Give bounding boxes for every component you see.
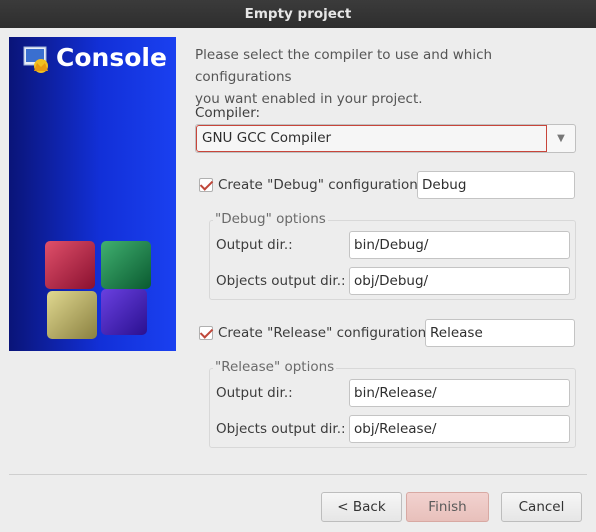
- debug-objects-label: Objects output dir.:: [216, 273, 346, 289]
- debug-name-input[interactable]: Debug: [417, 171, 575, 199]
- chevron-down-icon[interactable]: ▼: [547, 125, 575, 152]
- release-output-label: Output dir.:: [216, 385, 293, 401]
- back-button[interactable]: < Back: [321, 492, 402, 522]
- release-objects-label: Objects output dir.:: [216, 421, 346, 437]
- codeblocks-logo-icon: [23, 46, 48, 73]
- release-checkbox-label: Create "Release" configuration:: [218, 325, 431, 341]
- intro-text: Please select the compiler to use and wh…: [195, 44, 585, 110]
- colored-cubes-icon: [45, 241, 151, 339]
- release-objects-input[interactable]: obj/Release/: [349, 415, 570, 443]
- release-output-input[interactable]: bin/Release/: [349, 379, 570, 407]
- release-options-title: "Release" options: [213, 359, 337, 375]
- wizard-banner: Console: [9, 37, 176, 351]
- release-name-input[interactable]: Release: [425, 319, 575, 347]
- finish-button[interactable]: Finish: [406, 492, 489, 522]
- intro-line-1: Please select the compiler to use and wh…: [195, 47, 493, 85]
- debug-checkbox[interactable]: [199, 178, 213, 192]
- window-title: Empty project: [244, 6, 352, 22]
- button-separator: [9, 474, 587, 475]
- compiler-value[interactable]: GNU GCC Compiler: [196, 125, 547, 152]
- debug-output-label: Output dir.:: [216, 237, 293, 253]
- release-checkbox[interactable]: [199, 326, 213, 340]
- compiler-label: Compiler:: [195, 105, 261, 121]
- compiler-select[interactable]: GNU GCC Compiler ▼: [195, 124, 576, 153]
- debug-output-input[interactable]: bin/Debug/: [349, 231, 570, 259]
- debug-objects-input[interactable]: obj/Debug/: [349, 267, 570, 295]
- debug-checkbox-label: Create "Debug" configuration:: [218, 177, 423, 193]
- window-titlebar: Empty project: [0, 0, 596, 28]
- cancel-button[interactable]: Cancel: [501, 492, 582, 522]
- debug-options-title: "Debug" options: [213, 211, 328, 227]
- banner-title: Console: [56, 43, 167, 72]
